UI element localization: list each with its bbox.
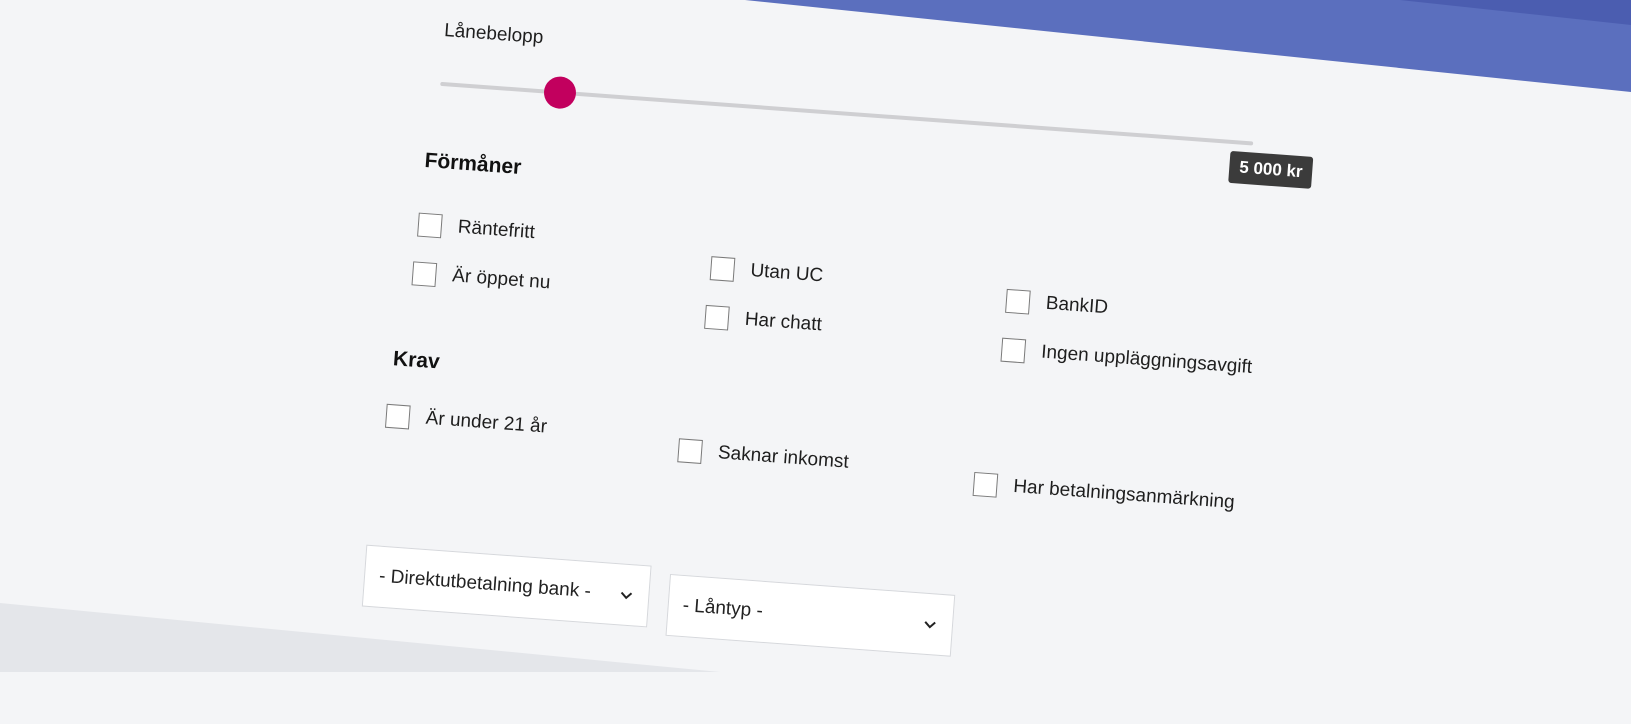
select-value: - Låntyp - bbox=[681, 595, 764, 622]
checkbox-label: Har chatt bbox=[744, 308, 823, 336]
checkbox-ar-oppet-nu[interactable]: Är öppet nu bbox=[411, 261, 551, 295]
checkbox-label: Räntefritt bbox=[457, 216, 536, 244]
checkbox-box[interactable] bbox=[417, 212, 443, 239]
checkbox-label: Utan UC bbox=[749, 260, 824, 287]
checkbox-har-betalningsanmarkning[interactable]: Har betalningsanmärkning bbox=[972, 471, 1236, 515]
chevron-down-icon bbox=[620, 591, 633, 600]
checkbox-har-chatt[interactable]: Har chatt bbox=[704, 304, 823, 338]
checkbox-box[interactable] bbox=[1005, 288, 1031, 315]
checkbox-rantefritt[interactable]: Räntefritt bbox=[417, 212, 536, 246]
checkbox-utan-uc[interactable]: Utan UC bbox=[709, 256, 824, 288]
loan-type-select[interactable]: - Låntyp - bbox=[665, 573, 956, 657]
checkbox-label: Saknar inkomst bbox=[717, 442, 850, 473]
checkbox-box[interactable] bbox=[677, 438, 703, 464]
benefits-heading: Förmåner bbox=[423, 148, 523, 179]
checkbox-box[interactable] bbox=[709, 256, 736, 282]
checkbox-label: Har betalningsanmärkning bbox=[1012, 475, 1236, 514]
slider-handle[interactable] bbox=[542, 75, 578, 110]
checkbox-box[interactable] bbox=[384, 403, 411, 430]
loan-filter-panel: Lånebelopp 5 000 kr Förmåner Räntefritt … bbox=[361, 20, 1342, 724]
checkbox-label: Är under 21 år bbox=[425, 407, 548, 438]
loan-amount-label: Lånebelopp bbox=[443, 20, 545, 49]
checkbox-saknar-inkomst[interactable]: Saknar inkomst bbox=[677, 438, 849, 474]
loan-amount-slider[interactable] bbox=[439, 72, 1254, 156]
checkbox-bankid[interactable]: BankID bbox=[1005, 288, 1109, 320]
checkbox-ar-under-21[interactable]: Är under 21 år bbox=[384, 403, 548, 440]
checkbox-ingen-upplaggningsavgift[interactable]: Ingen uppläggningsavgift bbox=[1000, 337, 1253, 380]
checkbox-box[interactable] bbox=[411, 261, 438, 288]
slider-max-value: 5 000 kr bbox=[1228, 150, 1314, 189]
direct-payout-bank-select[interactable]: - Direktutbetalning bank - bbox=[361, 544, 652, 628]
checkbox-label: BankID bbox=[1045, 292, 1109, 319]
checkbox-box[interactable] bbox=[704, 304, 730, 331]
checkbox-box[interactable] bbox=[1000, 337, 1027, 364]
checkbox-box[interactable] bbox=[972, 471, 999, 498]
chevron-down-icon bbox=[924, 621, 936, 629]
select-value: - Direktutbetalning bank - bbox=[378, 565, 592, 603]
checkbox-label: Är öppet nu bbox=[451, 265, 552, 294]
requirements-heading: Krav bbox=[392, 347, 441, 374]
checkbox-label: Ingen uppläggningsavgift bbox=[1040, 341, 1253, 379]
